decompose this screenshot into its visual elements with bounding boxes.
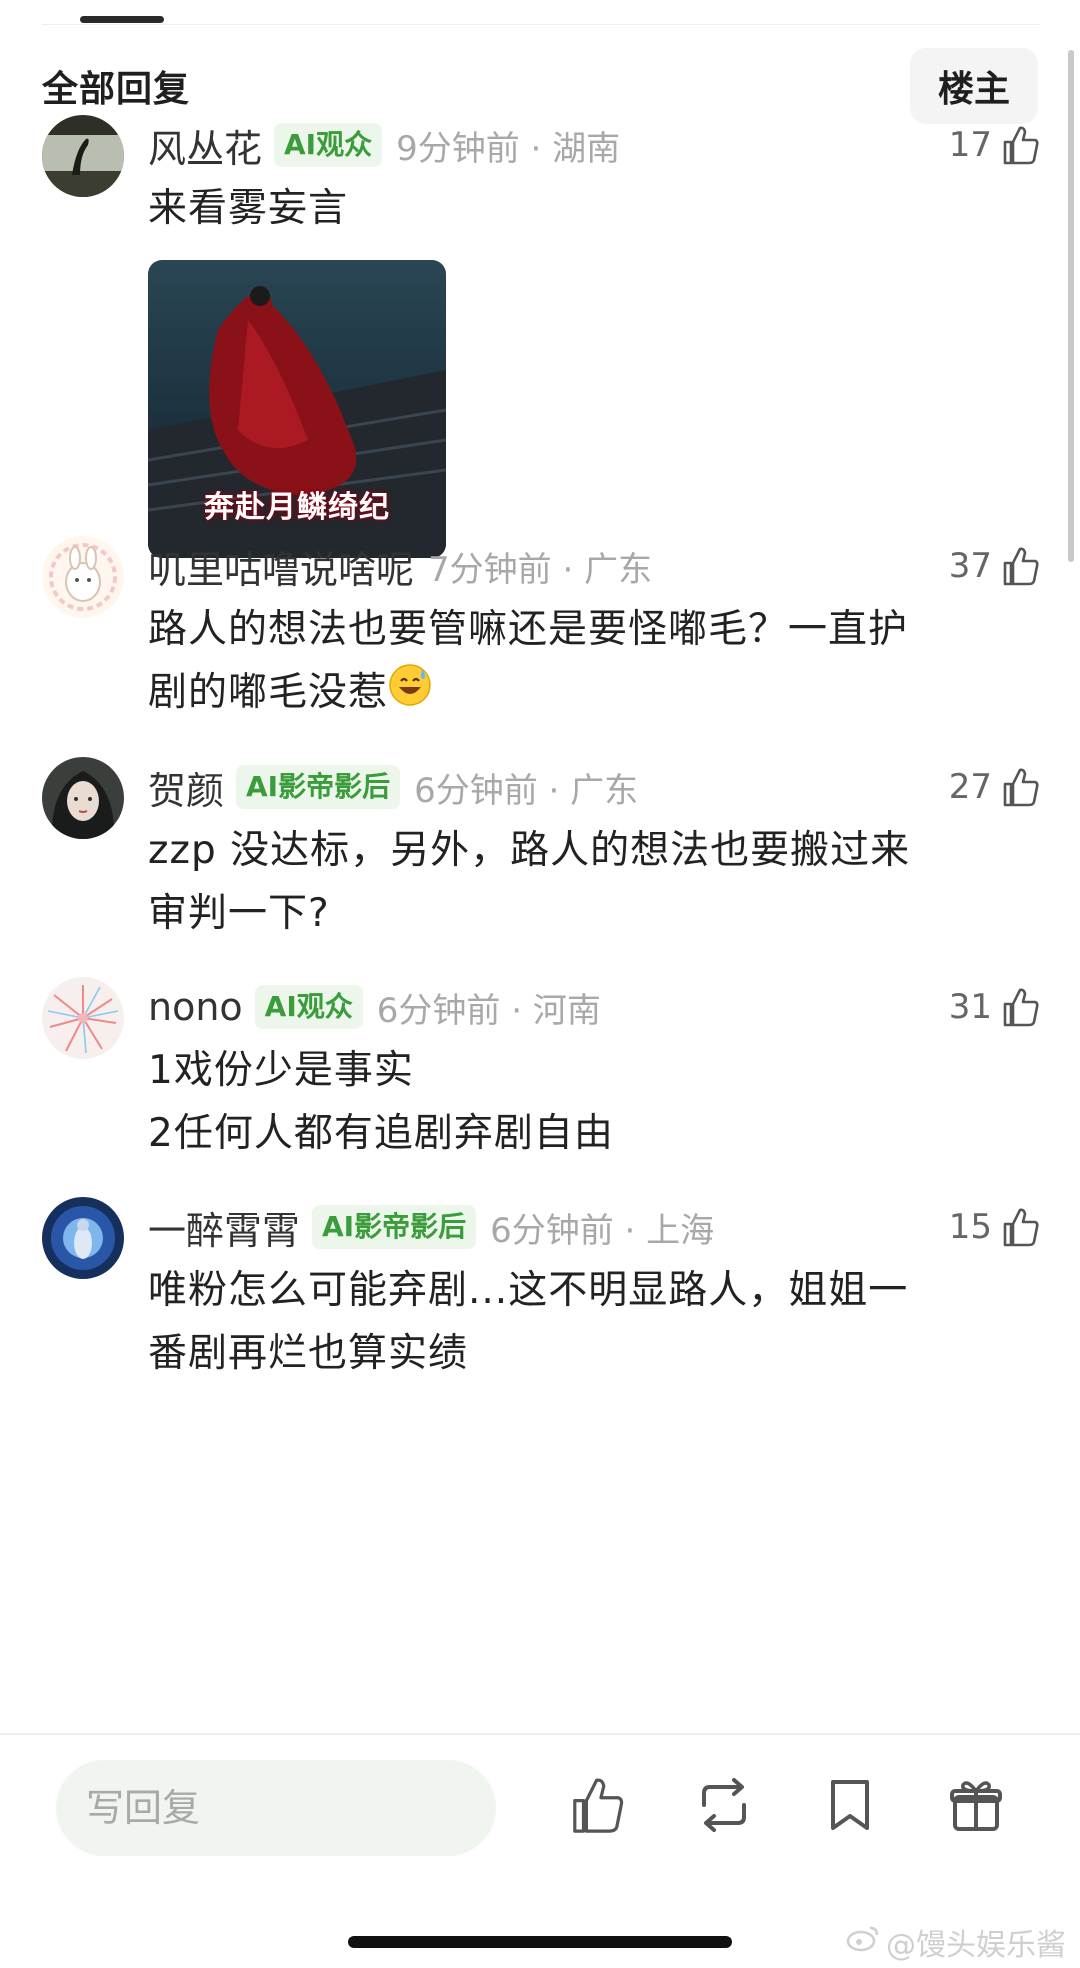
comment-item: 叽里咕噜说啥呢 7分钟前 · 广东 37 路人的想法也要管嘛还是要怪嘟毛？一直护… (42, 536, 1040, 716)
comment-line: 路人的想法也要管嘛还是要怪嘟毛？一直护 (148, 607, 909, 652)
comment-line: 剧的嘟毛没惹 (148, 670, 389, 715)
comment-time-location: 6分钟前 · 广东 (414, 770, 639, 811)
avatar[interactable] (42, 115, 124, 197)
reply-input[interactable] (56, 1760, 496, 1856)
comment-text: zzp 没达标，另外，路人的想法也要搬过来 审判一下? (148, 819, 1040, 945)
comment-line: 2任何人都有追剧弃剧自由 (148, 1111, 614, 1156)
comment-item: 风丛花 AI观众 9分钟前 · 湖南 17 来看雾妄言 奔赴月鳞绮纪 (42, 115, 1040, 558)
ai-badge: AI影帝影后 (236, 765, 401, 809)
like-count: 31 (948, 987, 992, 1027)
comment-time-location: 6分钟前 · 上海 (490, 1210, 715, 1251)
comment-item: nono AI观众 6分钟前 · 河南 31 1戏份少是事实 2任何人都有追剧弃… (42, 977, 1040, 1157)
comment-line: 番剧再烂也算实绩 (148, 1331, 469, 1376)
comment-item: 一醉霄霄 AI影帝影后 6分钟前 · 上海 15 唯粉怎么可能弃剧...这不明显… (42, 1197, 1040, 1377)
gift-icon[interactable] (944, 1773, 1008, 1837)
commenter-name[interactable]: 叽里咕噜说啥呢 (148, 539, 414, 594)
comment-line-with-emoji: 剧的嘟毛没惹 (148, 661, 1040, 726)
comment-item: 贺颜 AI影帝影后 6分钟前 · 广东 27 zzp 没达标，另外，路人的想法也… (42, 757, 1040, 937)
repost-icon[interactable] (692, 1773, 756, 1837)
ai-badge: AI影帝影后 (312, 1205, 477, 1249)
comment-line: 审判一下? (148, 891, 330, 936)
like-control[interactable]: 27 (949, 757, 1040, 817)
thumbs-up-icon[interactable] (1002, 987, 1040, 1027)
commenter-name[interactable]: nono (148, 985, 243, 1029)
comment-time-location: 9分钟前 · 湖南 (396, 128, 621, 169)
all-replies-title: 全部回复 (42, 69, 191, 110)
avatar[interactable] (42, 536, 124, 618)
top-handle (80, 16, 164, 23)
ai-badge: AI观众 (254, 985, 363, 1029)
weibo-icon (846, 1924, 880, 1960)
bottom-divider (0, 1733, 1080, 1735)
comment-text: 1戏份少是事实 2任何人都有追剧弃剧自由 (148, 1039, 1040, 1165)
avatar[interactable] (42, 1197, 124, 1279)
like-count: 37 (948, 546, 992, 586)
comment-time-location: 7分钟前 · 广东 (428, 549, 653, 590)
top-divider (42, 24, 1040, 25)
comment-text: 唯粉怎么可能弃剧...这不明显路人，姐姐一 番剧再烂也算实绩 (148, 1259, 1040, 1385)
avatar[interactable] (42, 977, 124, 1059)
sweat-smile-emoji (388, 663, 432, 726)
commenter-name[interactable]: 贺颜 (148, 760, 224, 815)
like-control[interactable]: 31 (949, 977, 1040, 1037)
like-control[interactable]: 37 (949, 536, 1040, 596)
commenter-name[interactable]: 风丛花 (148, 118, 262, 173)
thumbs-up-icon[interactable] (1002, 546, 1040, 586)
like-count: 15 (948, 1207, 992, 1247)
like-control[interactable]: 15 (949, 1197, 1040, 1257)
bookmark-icon[interactable] (818, 1773, 882, 1837)
commenter-name[interactable]: 一醉霄霄 (148, 1200, 300, 1255)
like-count: 17 (948, 125, 992, 165)
scrollbar[interactable] (1068, 50, 1074, 562)
comment-text: 路人的想法也要管嘛还是要怪嘟毛？一直护 剧的嘟毛没惹 (148, 598, 1040, 726)
comment-line: zzp 没达标，另外，路人的想法也要搬过来 (148, 828, 911, 873)
image-caption: 奔赴月鳞绮纪 (204, 490, 390, 525)
thumbs-up-icon[interactable] (566, 1773, 630, 1837)
comment-time-location: 6分钟前 · 河南 (376, 990, 601, 1031)
replies-header: 全部回复 楼主 (42, 46, 1038, 126)
watermark: @馒头娱乐酱 (846, 1920, 1066, 1964)
like-count: 27 (948, 767, 992, 807)
avatar[interactable] (42, 757, 124, 839)
comment-line: 唯粉怎么可能弃剧...这不明显路人，姐姐一 (148, 1268, 909, 1313)
thumbs-up-icon[interactable] (1002, 767, 1040, 807)
watermark-text: @馒头娱乐酱 (886, 1928, 1066, 1963)
comment-line: 来看雾妄言 (148, 186, 349, 231)
comment-image[interactable]: 奔赴月鳞绮纪 (148, 260, 446, 558)
thumbs-up-icon[interactable] (1002, 1207, 1040, 1247)
op-filter-button[interactable]: 楼主 (910, 48, 1038, 124)
home-indicator[interactable] (348, 1936, 732, 1948)
ai-badge: AI观众 (274, 123, 383, 167)
thumbs-up-icon[interactable] (1002, 125, 1040, 165)
comment-line: 1戏份少是事实 (148, 1048, 414, 1093)
like-control[interactable]: 17 (949, 115, 1040, 175)
comment-text: 来看雾妄言 (148, 177, 1040, 240)
